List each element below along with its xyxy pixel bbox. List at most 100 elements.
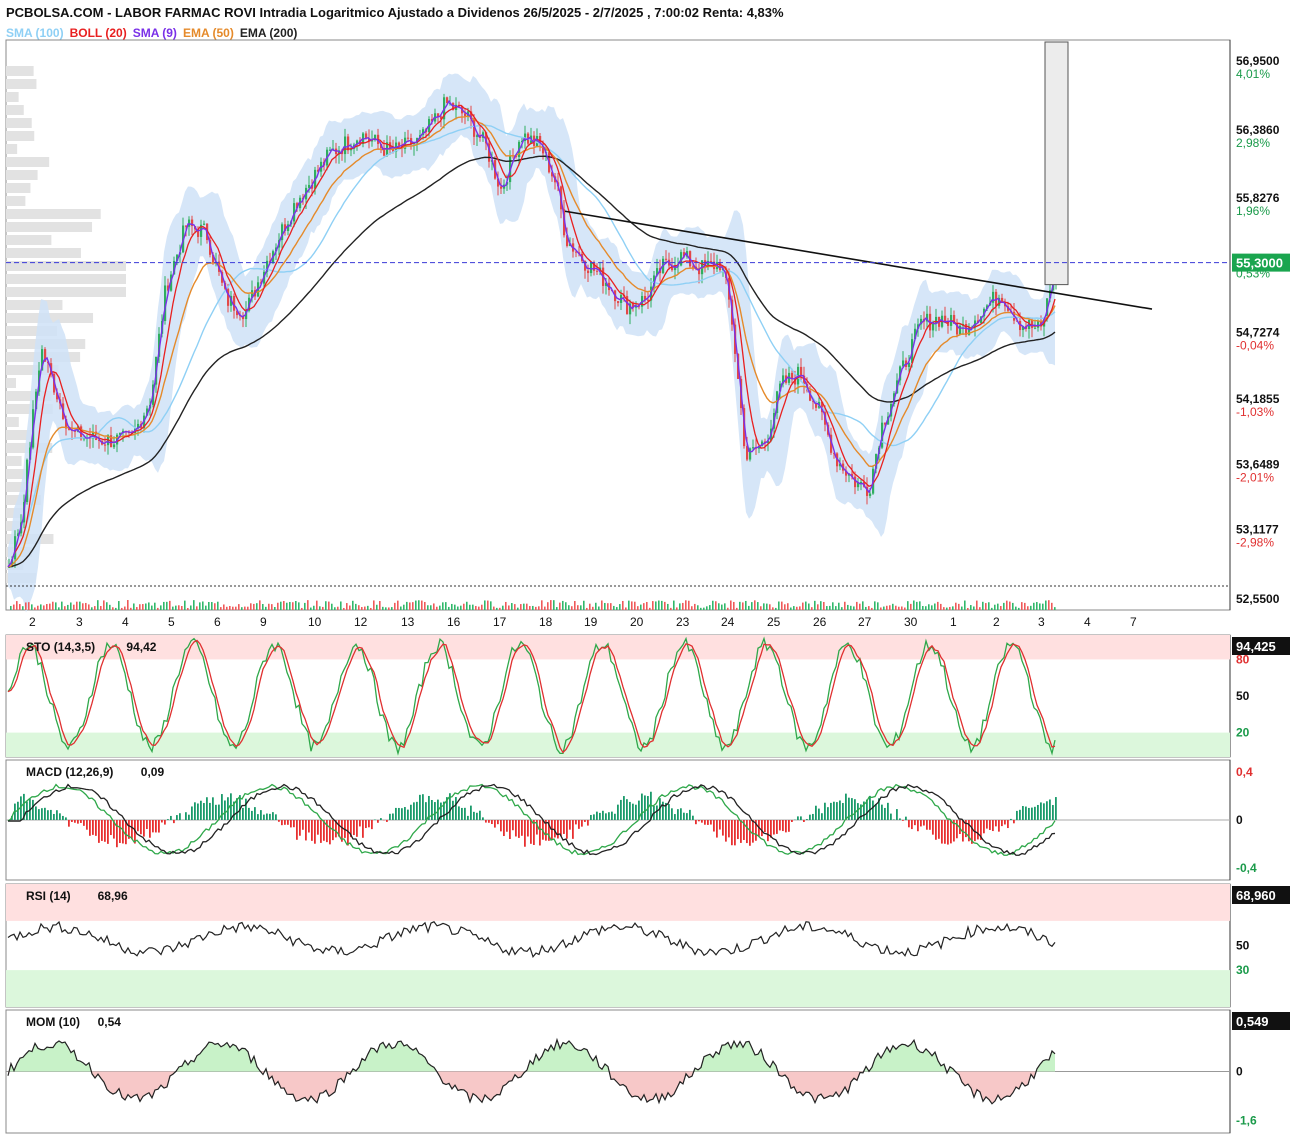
volume-bar: [232, 606, 234, 610]
macd-hist-bar: [644, 795, 646, 820]
macd-hist-bar: [1025, 806, 1027, 820]
x-axis-label: 23: [676, 615, 690, 629]
macd-hist-bar: [179, 813, 181, 820]
volume-bar: [604, 602, 606, 610]
volume-profile-bar: [6, 378, 17, 388]
price-tick-label: 53,1177: [1236, 523, 1279, 537]
macd-hist-bar: [485, 820, 487, 823]
volume-bar: [148, 602, 150, 610]
volume-bar: [646, 601, 648, 610]
volume-bar: [538, 606, 540, 610]
macd-hist-bar: [32, 799, 34, 820]
volume-bar: [385, 607, 387, 610]
macd-hist-bar: [41, 808, 43, 820]
macd-hist-bar: [704, 820, 706, 825]
macd-hist-bar: [557, 820, 559, 839]
volume-bar: [826, 606, 828, 610]
panel-tick-label: 30: [1236, 963, 1250, 977]
macd-hist-bar: [947, 820, 949, 845]
x-axis-label: 12: [354, 615, 368, 629]
macd-hist-bar: [773, 820, 775, 835]
volume-bar: [658, 600, 660, 610]
macd-hist-bar: [683, 812, 685, 820]
macd-hist-bar: [1034, 806, 1036, 820]
panel-tick-label: 0,4: [1236, 765, 1253, 779]
volume-bar: [427, 605, 429, 610]
macd-hist-bar: [137, 820, 139, 832]
volume-bar: [121, 607, 123, 610]
volume-bar: [388, 607, 390, 610]
volume-bar: [262, 603, 264, 610]
volume-bar: [523, 603, 525, 610]
volume-bar: [784, 604, 786, 610]
macd-hist-bar: [380, 818, 382, 820]
macd-hist-bar: [926, 820, 928, 830]
volume-bar: [562, 600, 564, 610]
macd-hist-bar: [155, 820, 157, 833]
volume-bar: [376, 604, 378, 610]
macd-hist-bar: [230, 793, 232, 820]
volume-bar: [565, 602, 567, 610]
macd-hist-bar: [782, 820, 784, 832]
macd-hist-bar: [815, 805, 817, 820]
x-axis-label: 10: [308, 615, 322, 629]
volume-bar: [280, 601, 282, 610]
macd-hist-bar: [1049, 799, 1051, 820]
macd-hist-bar: [71, 820, 73, 822]
macd-hist-bar: [569, 820, 571, 830]
macd-hist-bar: [791, 820, 793, 823]
volume-bar: [919, 601, 921, 610]
macd-hist-bar: [518, 820, 520, 838]
macd-hist-bar: [497, 820, 499, 825]
volume-bar: [979, 607, 981, 610]
macd-hist-bar: [86, 820, 88, 830]
macd-hist-bar: [362, 820, 364, 838]
volume-bar: [274, 607, 276, 610]
volume-bar: [226, 606, 228, 610]
candle-body: [407, 137, 410, 139]
macd-hist-bar: [191, 806, 193, 820]
candle-body: [869, 493, 872, 496]
macd-hist-bar: [248, 807, 250, 820]
volume-bar: [838, 602, 840, 610]
macd-hist-bar: [209, 802, 211, 820]
volume-bar: [757, 602, 759, 610]
macd-hist-bar: [482, 817, 484, 820]
volume-bar: [1027, 606, 1029, 610]
macd-hist-bar: [365, 820, 367, 829]
volume-bar: [91, 607, 93, 610]
volume-profile-bar: [6, 66, 34, 76]
macd-hist-bar: [710, 820, 712, 825]
macd-hist-bar: [533, 820, 535, 845]
macd-hist-bar: [95, 820, 97, 836]
macd-hist-bar: [824, 802, 826, 820]
candle-body: [188, 219, 191, 227]
macd-hist-bar: [356, 820, 358, 837]
volume-bar: [241, 607, 243, 610]
volume-bar: [88, 604, 90, 610]
volume-bar: [994, 604, 996, 610]
macd-hist-bar: [671, 808, 673, 820]
volume-bar: [952, 606, 954, 610]
volume-bar: [793, 606, 795, 610]
panel-name: RSI (14): [26, 889, 71, 903]
rsi-line: [7, 920, 1056, 959]
candle-body: [1034, 327, 1037, 329]
macd-hist-bar: [1040, 802, 1042, 820]
price-tick-label: 56,9500: [1236, 54, 1280, 68]
macd-hist-bar: [140, 820, 142, 835]
volume-bar: [364, 606, 366, 610]
macd-hist-bar: [920, 820, 922, 827]
volume-bar: [322, 606, 324, 610]
volume-bar: [340, 601, 342, 610]
volume-bar: [769, 604, 771, 610]
macd-hist-bar: [707, 820, 709, 825]
macd-hist-bar: [92, 820, 94, 835]
volume-bar: [55, 602, 57, 610]
volume-bar: [49, 603, 51, 610]
candle-body: [104, 444, 107, 446]
macd-hist-bar: [284, 820, 286, 825]
macd-hist-bar: [989, 820, 991, 830]
macd-hist-bar: [131, 820, 133, 840]
volume-bar: [199, 602, 201, 610]
